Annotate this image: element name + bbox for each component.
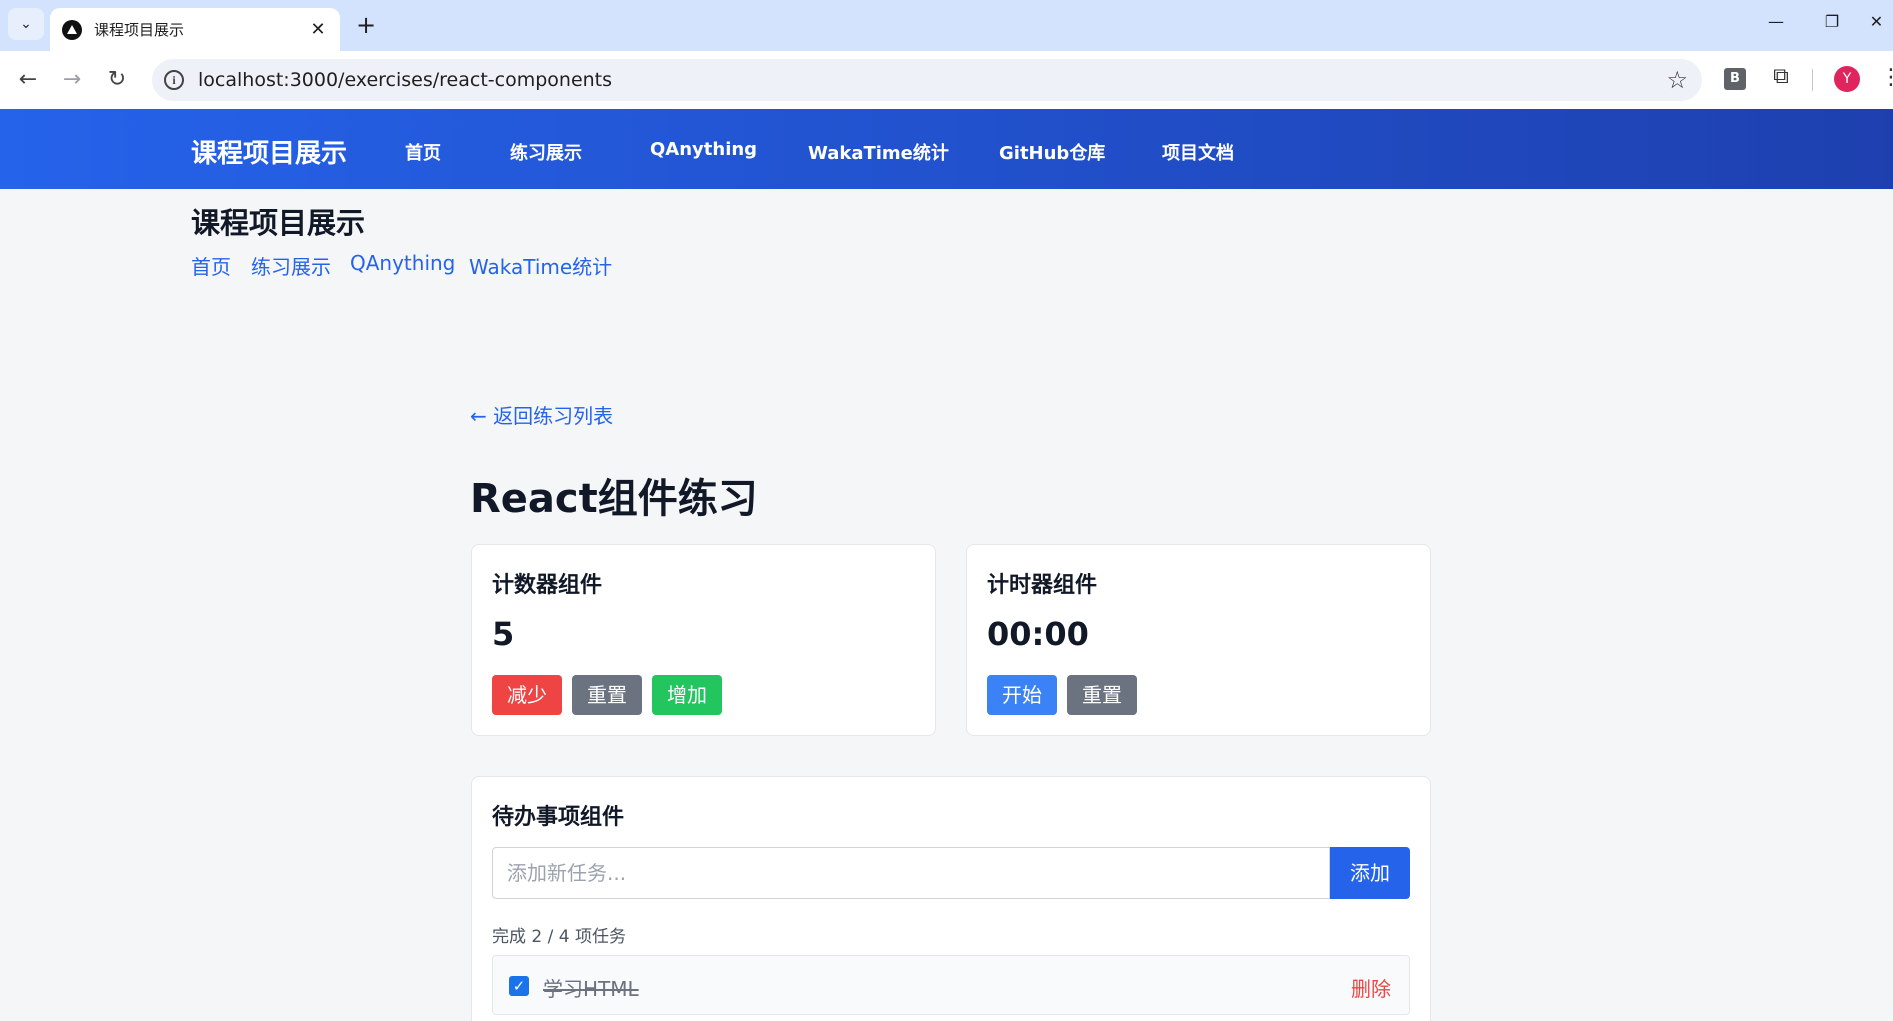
counter-value: 5 (492, 615, 515, 653)
new-tab-button[interactable]: + (352, 12, 380, 40)
tab-search-button[interactable]: ⌄ (8, 8, 44, 40)
secondary-site-title: 课程项目展示 (191, 206, 366, 240)
counter-reset-button[interactable]: 重置 (572, 675, 642, 715)
nav-qanything[interactable]: QAnything (650, 139, 757, 160)
todo-card: 待办事项组件 添加 完成 2 / 4 项任务 ✓ 学习HTML 删除 (471, 776, 1431, 1021)
nav-github[interactable]: GitHub仓库 (999, 139, 1105, 165)
triangle-logo-icon (62, 19, 82, 40)
todo-summary: 完成 2 / 4 项任务 (492, 927, 626, 947)
forward-arrow-icon[interactable]: → (56, 65, 88, 97)
decrement-button[interactable]: 减少 (492, 675, 562, 715)
profile-avatar[interactable]: Y (1834, 66, 1860, 92)
nav-docs[interactable]: 项目文档 (1162, 139, 1234, 165)
back-to-list-link[interactable]: ← 返回练习列表 (470, 400, 613, 429)
timer-reset-button[interactable]: 重置 (1067, 675, 1137, 715)
todo-text: 学习HTML (543, 977, 639, 1001)
address-bar[interactable]: i localhost:3000/exercises/react-compone… (152, 59, 1702, 101)
minimize-icon[interactable]: — (1756, 12, 1796, 36)
nav-wakatime[interactable]: WakaTime统计 (808, 139, 949, 165)
reload-icon[interactable]: ↻ (101, 65, 133, 97)
chevron-down-icon: ⌄ (20, 16, 32, 32)
extensions-puzzle-icon[interactable]: ⧉ (1768, 64, 1794, 90)
timer-value: 00:00 (987, 615, 1089, 653)
close-icon[interactable]: ✕ (308, 19, 328, 40)
site-header: 课程项目展示 首页 练习展示 QAnything WakaTime统计 GitH… (0, 109, 1893, 189)
more-menu-icon[interactable]: ⋮ (1880, 65, 1893, 93)
timer-title: 计时器组件 (987, 573, 1098, 598)
todo-input[interactable] (492, 847, 1330, 899)
counter-card: 计数器组件 5 减少 重置 增加 (471, 544, 936, 736)
todo-title: 待办事项组件 (492, 805, 625, 830)
sub-nav-exercises[interactable]: 练习展示 (251, 251, 331, 280)
add-todo-button[interactable]: 添加 (1330, 847, 1410, 899)
site-info-icon[interactable]: i (164, 70, 184, 90)
restore-icon[interactable]: ❐ (1812, 12, 1852, 36)
sub-nav-qanything[interactable]: QAnything (350, 251, 455, 275)
timer-card: 计时器组件 00:00 开始 重置 (966, 544, 1431, 736)
page-title: React组件练习 (470, 476, 758, 522)
toolbar-divider (1812, 69, 1813, 91)
todo-item: ✓ 学习HTML 删除 (492, 955, 1410, 1015)
site-brand[interactable]: 课程项目展示 (191, 133, 347, 170)
bookmark-star-icon[interactable]: ☆ (1666, 66, 1688, 94)
todo-delete-button[interactable]: 删除 (1351, 973, 1391, 1002)
nav-home[interactable]: 首页 (405, 139, 441, 165)
back-arrow-icon[interactable]: ← (12, 65, 44, 97)
url-text[interactable]: localhost:3000/exercises/react-component… (198, 69, 1666, 91)
tab-title: 课程项目展示 (94, 21, 185, 39)
nav-exercises[interactable]: 练习展示 (510, 139, 582, 165)
browser-tab-strip: ⌄ 课程项目展示 ✕ + — ❐ ✕ (0, 0, 1893, 51)
window-close-icon[interactable]: ✕ (1860, 12, 1893, 36)
sub-nav-wakatime[interactable]: WakaTime统计 (469, 251, 612, 280)
timer-start-button[interactable]: 开始 (987, 675, 1057, 715)
browser-tab[interactable]: 课程项目展示 ✕ (50, 8, 340, 51)
increment-button[interactable]: 增加 (652, 675, 722, 715)
browser-toolbar: ← → ↻ i localhost:3000/exercises/react-c… (0, 51, 1893, 109)
counter-title: 计数器组件 (492, 573, 603, 598)
sub-nav-home[interactable]: 首页 (191, 251, 231, 280)
todo-checkbox[interactable]: ✓ (509, 976, 529, 996)
extension-b-icon[interactable]: B (1724, 68, 1746, 90)
